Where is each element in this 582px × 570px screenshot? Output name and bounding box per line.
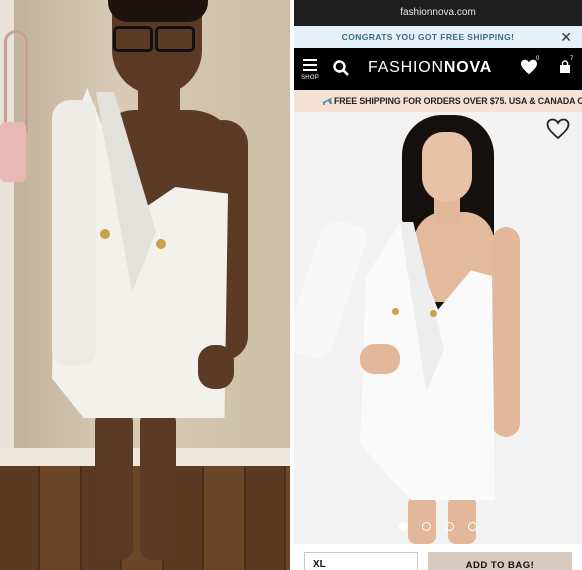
menu-icon-bar (303, 64, 317, 66)
product-image[interactable] (294, 112, 582, 544)
logo-text-thin: FASHION (368, 59, 444, 76)
glasses (113, 26, 195, 52)
carousel-dot[interactable] (422, 522, 431, 531)
customer-photo (0, 0, 290, 570)
heart-icon[interactable] (520, 59, 542, 79)
dress-button (100, 229, 110, 239)
dress-button (156, 239, 166, 249)
promo-banner: CONGRATS YOU GOT FREE SHIPPING! ✕ (294, 26, 582, 48)
carousel-dots (294, 518, 582, 532)
menu-icon (303, 59, 317, 61)
menu-label: SHOP (301, 75, 319, 81)
handbag (0, 122, 26, 182)
model-arm (492, 227, 520, 437)
browser-url[interactable]: fashionnova.com (294, 0, 582, 26)
model-hand (360, 344, 400, 374)
close-icon[interactable]: ✕ (560, 26, 572, 48)
phone-screenshot: fashionnova.com CONGRATS YOU GOT FREE SH… (294, 0, 582, 570)
heart-outline-icon[interactable] (546, 118, 572, 142)
dress-button (392, 308, 399, 315)
carousel-dot[interactable] (399, 522, 408, 531)
top-nav: SHOP FASHIONNOVA 0 7 (294, 48, 582, 90)
search-icon[interactable] (332, 59, 350, 77)
dress-sleeve (52, 100, 96, 365)
person-hair (108, 0, 208, 22)
dress-button (430, 310, 437, 317)
dress-sleeve (294, 215, 370, 364)
shipping-bar: FREE SHIPPING FOR ORDERS OVER $75. USA &… (294, 90, 582, 112)
airplane-icon (321, 97, 333, 105)
menu-button[interactable]: SHOP (300, 56, 320, 84)
shipping-text: FREE SHIPPING FOR ORDERS OVER $75. USA &… (334, 96, 582, 106)
person-leg-left (95, 410, 133, 560)
carousel-dot[interactable] (468, 522, 477, 531)
person-hand (198, 345, 234, 389)
shopping-bag-icon[interactable] (558, 60, 576, 78)
promo-text: CONGRATS YOU GOT FREE SHIPPING! (341, 32, 515, 42)
bag-count: 7 (570, 56, 574, 62)
purchase-bar: XL ADD TO BAG! (294, 544, 582, 570)
size-select[interactable]: XL (304, 552, 418, 570)
model-face (422, 132, 472, 202)
logo-text-bold: NOVA (443, 59, 493, 76)
menu-icon-bar (303, 69, 317, 71)
add-to-bag-button[interactable]: ADD TO BAG! (428, 552, 572, 570)
carousel-dot[interactable] (445, 522, 454, 531)
wishlist-count: 0 (536, 56, 540, 62)
person-leg-right (140, 410, 176, 560)
handbag-strap (4, 30, 28, 133)
site-logo[interactable]: FASHIONNOVA (368, 59, 492, 77)
